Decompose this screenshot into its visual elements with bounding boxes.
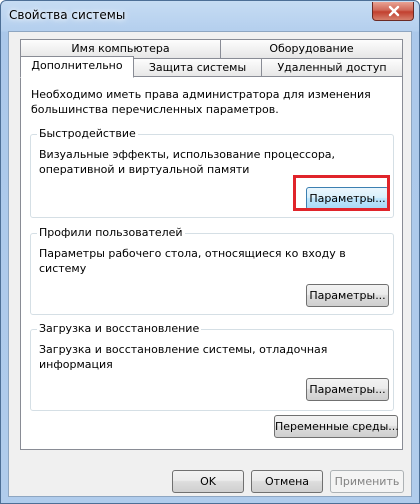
tab-label: Удаленный доступ [277,61,387,74]
close-icon [388,5,400,17]
tab-hardware[interactable]: Оборудование [220,39,403,58]
system-properties-window: Свойства системы Имя компьютера Оборудов… [0,0,420,504]
tab-advanced[interactable]: Дополнительно [20,56,134,78]
startup-recovery-group: Загрузка и восстановление Загрузка и вос… [30,322,394,411]
title-bar[interactable]: Свойства системы [1,1,419,31]
startup-recovery-settings-button[interactable]: Параметры... [306,378,389,401]
highlight-box [293,175,390,211]
performance-description: Визуальные эффекты, использование процес… [39,148,336,176]
user-profiles-group: Профили пользователей Параметры рабочего… [30,226,394,315]
user-profiles-description: Параметры рабочего стола, относящиеся ко… [39,247,346,275]
window-title: Свойства системы [9,8,126,22]
environment-variables-button[interactable]: Переменные среды... [274,415,399,438]
tab-label: Защита системы [148,61,247,74]
cancel-button[interactable]: Отмена [251,470,323,493]
ok-button[interactable]: OK [172,470,244,493]
apply-button[interactable]: Применить [330,470,404,493]
admin-rights-note: Необходимо иметь права администратора дл… [31,88,371,116]
dialog-client-area: Имя компьютера Оборудование Дополнительн… [8,31,412,497]
performance-title: Быстродействие [37,127,138,141]
tab-label: Оборудование [269,42,354,55]
advanced-tab-panel: Необходимо иметь права администратора дл… [20,76,403,450]
startup-recovery-title: Загрузка и восстановление [37,322,202,336]
user-profiles-title: Профили пользователей [37,226,185,240]
startup-recovery-description: Загрузка и восстановление системы, отлад… [39,343,328,371]
tab-remote-access[interactable]: Удаленный доступ [261,58,403,77]
close-button[interactable] [372,2,414,21]
tab-label: Имя компьютера [71,42,170,55]
tab-label: Дополнительно [31,59,123,72]
user-profiles-settings-button[interactable]: Параметры... [306,284,389,307]
tab-system-protection[interactable]: Защита системы [133,58,262,77]
